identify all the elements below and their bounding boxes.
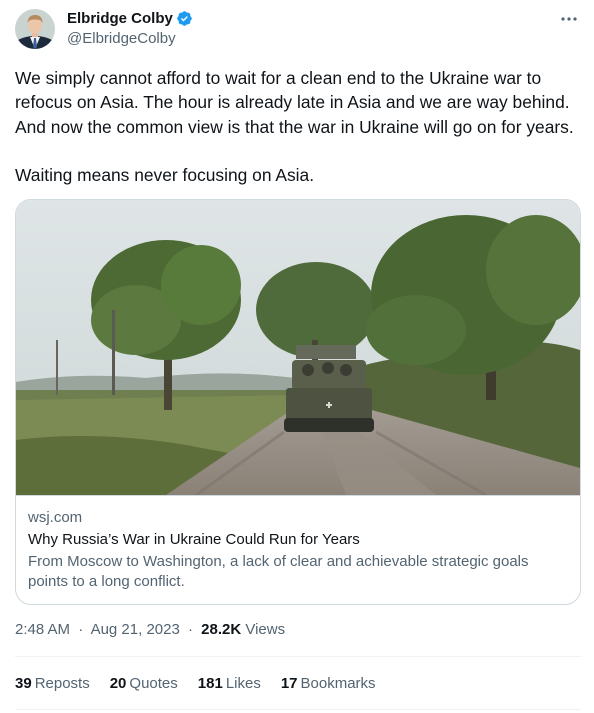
divider (15, 656, 581, 657)
reposts-stat[interactable]: 39 Reposts (15, 675, 90, 692)
more-options-button[interactable] (558, 8, 580, 30)
card-title[interactable]: Why Russia’s War in Ukraine Could Run fo… (28, 531, 360, 548)
card-description[interactable]: From Moscow to Washington, a lack of cle… (28, 552, 568, 592)
reposts-count: 39 (15, 675, 32, 692)
reposts-label: Reposts (34, 675, 90, 692)
author-name-row[interactable]: Elbridge Colby (67, 10, 193, 27)
verified-badge-icon[interactable] (176, 10, 193, 27)
card-divider (16, 495, 580, 496)
bookmarks-label: Bookmarks (300, 675, 376, 692)
portrait-avatar-icon (15, 9, 55, 49)
tweet-meta: 2:48 AM · Aug 21, 2023 · 28.2K Views (15, 621, 285, 638)
tweet: Elbridge Colby @ElbridgeColby We simply … (0, 0, 594, 713)
more-options-icon (561, 17, 577, 21)
tweet-paragraph-2: Waiting means never focusing on Asia. (15, 165, 315, 186)
likes-label: Likes (225, 675, 261, 692)
likes-stat[interactable]: 181 Likes (198, 675, 261, 692)
views-label: Views (245, 621, 286, 638)
bookmarks-count: 17 (280, 675, 298, 692)
card-domain[interactable]: wsj.com (28, 509, 82, 526)
avatar[interactable] (15, 9, 55, 49)
link-card[interactable]: wsj.com Why Russia’s War in Ukraine Coul… (15, 199, 581, 605)
engagement-stats: 39 Reposts 20 Quotes 181 Likes 17 Bookmarks (15, 675, 396, 692)
card-image[interactable] (16, 200, 580, 495)
meta-separator: · (187, 621, 193, 638)
views-count[interactable]: 28.2K (201, 621, 241, 638)
quotes-count: 20 (109, 675, 127, 692)
divider (15, 709, 581, 710)
likes-count: 181 (197, 675, 223, 692)
tweet-text: We simply cannot afford to wait for a cl… (15, 66, 585, 187)
meta-separator: · (78, 621, 84, 638)
author-display-name[interactable]: Elbridge Colby (67, 10, 173, 27)
author-handle[interactable]: @ElbridgeColby (67, 30, 176, 47)
tweet-paragraph-1: We simply cannot afford to wait for a cl… (15, 68, 574, 137)
tweet-date[interactable]: Aug 21, 2023 (91, 621, 180, 638)
tweet-time[interactable]: 2:48 AM (15, 621, 70, 638)
bookmarks-stat[interactable]: 17 Bookmarks (281, 675, 376, 692)
quotes-label: Quotes (129, 675, 178, 692)
quotes-stat[interactable]: 20 Quotes (110, 675, 178, 692)
